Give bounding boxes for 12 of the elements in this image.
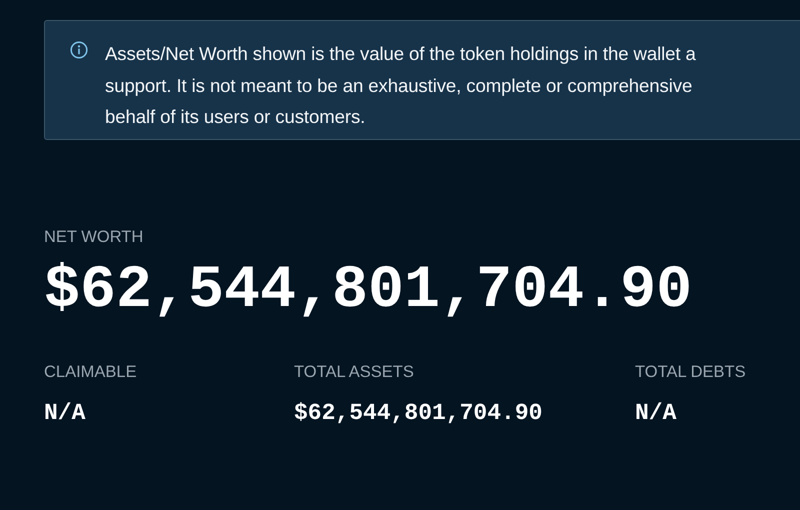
notice-text: behalf of its users or customers. [105, 105, 366, 129]
net-worth-value: $62,544,801,704.90 [44, 256, 692, 326]
stat-label: TOTAL ASSETS [294, 362, 414, 382]
stat-label: CLAIMABLE [44, 362, 137, 382]
info-icon [70, 41, 88, 59]
stat-value: N/A [44, 400, 86, 426]
stat-label: TOTAL DEBTS [635, 362, 746, 382]
notice-text: support. It is not meant to be an exhaustive, complete or comprehensive [105, 74, 692, 98]
stat-value: $62,544,801,704.90 [294, 400, 542, 426]
net-worth-label: NET WORTH [44, 227, 144, 247]
notice-text: Assets/Net Worth shown is the value of the token holdings in the wallet a [105, 42, 696, 66]
stat-value: N/A [635, 400, 676, 426]
